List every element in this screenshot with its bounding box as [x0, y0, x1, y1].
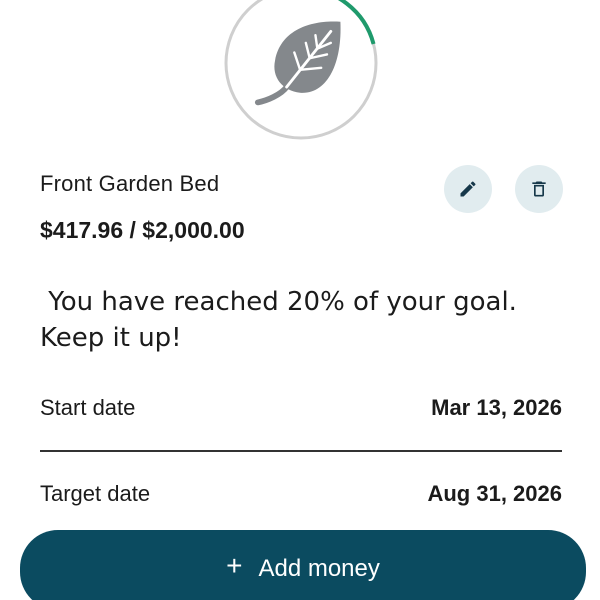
edit-button[interactable] — [444, 165, 492, 213]
divider — [40, 450, 562, 452]
delete-button[interactable] — [515, 165, 563, 213]
progress-message: You have reached 20% of your goal. Keep … — [40, 287, 517, 353]
start-date-value: Mar 13, 2026 — [431, 395, 562, 420]
goal-amount: $417.96 / $2,000.00 — [40, 217, 245, 243]
leaf-icon — [254, 21, 341, 106]
goal-name: Front Garden Bed — [40, 171, 220, 196]
add-money-button[interactable]: + Add money — [20, 530, 586, 600]
target-date-label: Target date — [40, 481, 151, 506]
trash-icon — [532, 181, 546, 197]
pencil-icon — [460, 181, 476, 197]
add-money-label: Add money — [258, 555, 380, 582]
start-date-row: Start date Mar 13, 2026 — [40, 395, 562, 421]
plus-icon: + — [226, 550, 243, 581]
target-date-value: Aug 31, 2026 — [427, 481, 562, 506]
start-date-label: Start date — [40, 395, 136, 420]
goal-detail-screen: Front Garden Bed $417.96 / $2,000.00 You… — [0, 0, 600, 600]
target-date-row: Target date Aug 31, 2026 — [40, 481, 562, 507]
